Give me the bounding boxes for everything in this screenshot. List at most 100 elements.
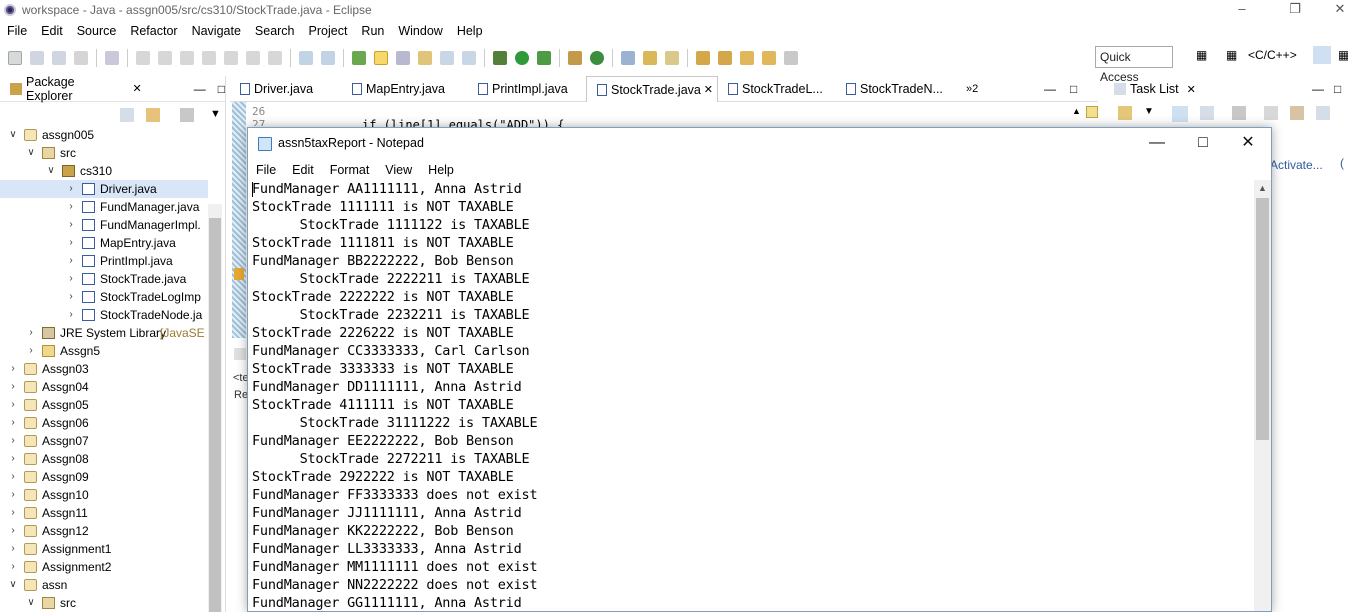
forward-icon[interactable] <box>784 51 798 65</box>
focus-icon[interactable] <box>180 108 194 122</box>
collapse-all-icon[interactable] <box>1315 106 1330 120</box>
tab-mapentry[interactable]: MapEntry.java <box>342 76 468 102</box>
minimize-icon[interactable]: — <box>194 82 206 96</box>
maximize-icon[interactable]: □ <box>218 82 225 96</box>
scroll-up-icon[interactable]: ▲ <box>1254 180 1271 197</box>
menu-refactor[interactable]: Refactor <box>123 24 184 38</box>
show-whitespace-icon[interactable] <box>440 51 454 65</box>
cpp-perspective-icon[interactable]: ▦ <box>1226 48 1237 62</box>
tree-item[interactable]: › Assignment2 <box>0 558 208 576</box>
save-all-icon[interactable] <box>52 51 66 65</box>
new-icon[interactable] <box>8 51 22 65</box>
chevron-right-icon[interactable]: › <box>66 270 76 288</box>
help-link[interactable]: ( <box>1340 156 1344 170</box>
tree-item[interactable]: › Assgn07 <box>0 432 208 450</box>
chevron-right-icon[interactable]: › <box>66 252 76 270</box>
save-icon[interactable] <box>30 51 44 65</box>
highlight-icon[interactable] <box>374 51 388 65</box>
quick-access-input[interactable]: Quick Access <box>1095 46 1173 84</box>
prev-annotation-icon[interactable] <box>718 51 732 65</box>
chevron-right-icon[interactable]: › <box>8 486 18 504</box>
menu-source[interactable]: Source <box>70 24 124 38</box>
tree-item[interactable]: ∨ assgn005 <box>0 126 208 144</box>
tree-item[interactable]: › JRE System Library [JavaSE <box>0 324 208 342</box>
toggle-block-icon[interactable] <box>299 51 313 65</box>
notepad-menu-file[interactable]: File <box>248 163 284 177</box>
scheduled-icon[interactable] <box>1199 106 1214 120</box>
chevron-right-icon[interactable]: › <box>8 558 18 576</box>
debug-perspective-icon[interactable]: ▦ <box>1338 48 1348 62</box>
menu-navigate[interactable]: Navigate <box>185 24 248 38</box>
tree-item[interactable]: › FundManager.java <box>0 198 208 216</box>
close-icon[interactable]: ✕ <box>704 77 713 103</box>
step-into-icon[interactable] <box>224 51 238 65</box>
chevron-down-icon[interactable]: ∨ <box>8 576 18 594</box>
dropdown-icon[interactable]: ▼ <box>1144 106 1154 122</box>
maximize-icon[interactable]: □ <box>1070 82 1077 96</box>
notepad-title-bar[interactable]: assn5taxReport - Notepad — □ ✕ <box>248 128 1271 160</box>
tab-stocktradenode[interactable]: StockTradeN... <box>836 76 960 102</box>
focus-icon[interactable] <box>1231 106 1246 120</box>
tree-item[interactable]: › PrintImpl.java <box>0 252 208 270</box>
chevron-right-icon[interactable]: › <box>8 450 18 468</box>
chevron-right-icon[interactable]: › <box>26 342 36 360</box>
new-java-project-icon[interactable] <box>568 51 582 65</box>
next-annotation-icon[interactable] <box>696 51 710 65</box>
filter-completed-icon[interactable] <box>1289 106 1304 120</box>
new-class-icon[interactable] <box>590 51 604 65</box>
tree-item[interactable]: ∨ src <box>0 594 208 612</box>
mark-occurrences-icon[interactable] <box>396 51 410 65</box>
chevron-right-icon[interactable]: › <box>8 432 18 450</box>
search-icon[interactable] <box>665 51 679 65</box>
chevron-right-icon[interactable]: › <box>8 360 18 378</box>
warning-marker-icon[interactable] <box>234 268 244 280</box>
step-over-icon[interactable] <box>246 51 260 65</box>
package-explorer-title[interactable]: Package Explorer <box>26 75 125 103</box>
notepad-scroll-thumb[interactable] <box>1256 198 1269 440</box>
pilcrow-icon[interactable] <box>462 51 476 65</box>
tab-stocktradelog[interactable]: StockTradeL... <box>718 76 836 102</box>
cpp-perspective-label[interactable]: <C/C++> <box>1248 48 1297 62</box>
menu-edit[interactable]: Edit <box>34 24 70 38</box>
tree-item[interactable]: › StockTradeLogImp <box>0 288 208 306</box>
link-editor-icon[interactable] <box>146 108 160 122</box>
tree-item[interactable]: › Assgn10 <box>0 486 208 504</box>
tree-item[interactable]: › Driver.java <box>0 180 208 198</box>
tree-item[interactable]: › Assgn11 <box>0 504 208 522</box>
more-tabs-button[interactable]: »2 <box>960 76 1000 102</box>
open-type-hierarchy-icon[interactable] <box>621 51 635 65</box>
chevron-down-icon[interactable]: ∨ <box>26 144 36 162</box>
notepad-menu-edit[interactable]: Edit <box>284 163 322 177</box>
tree-item[interactable]: ∨ assn <box>0 576 208 594</box>
menu-window[interactable]: Window <box>391 24 449 38</box>
view-menu-icon[interactable]: ▼ <box>210 108 221 122</box>
last-edit-icon[interactable] <box>740 51 754 65</box>
menu-help[interactable]: Help <box>450 24 490 38</box>
skip-breakpoints-icon[interactable] <box>105 51 119 65</box>
run-external-icon[interactable] <box>537 51 551 65</box>
suspend-icon[interactable] <box>158 51 172 65</box>
tree-item[interactable]: › StockTrade.java <box>0 270 208 288</box>
chevron-right-icon[interactable]: › <box>66 198 76 216</box>
back-icon[interactable] <box>762 51 776 65</box>
tree-item[interactable]: › Assgn05 <box>0 396 208 414</box>
maximize-icon[interactable]: □ <box>1180 128 1226 160</box>
close-icon[interactable]: ✕ <box>1187 83 1196 96</box>
chevron-right-icon[interactable]: › <box>8 540 18 558</box>
tree-item[interactable]: ∨ src <box>0 144 208 162</box>
terminate-icon[interactable] <box>180 51 194 65</box>
scroll-up-icon[interactable]: ▲ <box>1072 106 1081 116</box>
tree-item[interactable]: › MapEntry.java <box>0 234 208 252</box>
menu-project[interactable]: Project <box>302 24 355 38</box>
close-icon[interactable]: ✕ <box>1225 128 1271 160</box>
chevron-right-icon[interactable]: › <box>26 324 36 342</box>
tree-item[interactable]: › Assgn06 <box>0 414 208 432</box>
filter-icon[interactable] <box>1263 106 1278 120</box>
annotation-icon[interactable] <box>418 51 432 65</box>
tree-item[interactable]: › Assignment1 <box>0 540 208 558</box>
tree-item[interactable]: › Assgn03 <box>0 360 208 378</box>
chevron-right-icon[interactable]: › <box>66 234 76 252</box>
tree-item[interactable]: › Assgn12 <box>0 522 208 540</box>
resume-icon[interactable] <box>136 51 150 65</box>
chevron-right-icon[interactable]: › <box>66 306 76 324</box>
